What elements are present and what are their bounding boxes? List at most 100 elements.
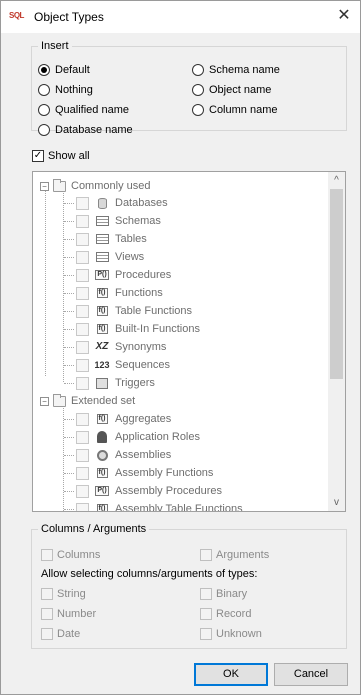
tree-item-tables[interactable]: Tables (64, 230, 147, 248)
tree-item-application-roles[interactable]: Application Roles (64, 428, 200, 446)
item-checkbox[interactable] (76, 448, 89, 462)
tree-group-extended-set[interactable]: − Extended set (40, 392, 135, 410)
item-checkbox[interactable] (76, 358, 89, 372)
tree-content: − Commonly used Databases Schemas Tables… (33, 172, 329, 511)
tree-item-procedures[interactable]: P() Procedures (64, 266, 171, 284)
type-label: Unknown (216, 628, 262, 640)
types-caption: Allow selecting columns/arguments of typ… (41, 568, 258, 580)
checkbox-icon (200, 588, 212, 600)
tree-group-commonly-used[interactable]: − Commonly used (40, 177, 150, 195)
folder-icon (53, 178, 66, 192)
item-checkbox[interactable] (76, 214, 89, 228)
item-checkbox[interactable] (76, 466, 89, 480)
radio-column-name[interactable]: Column name (192, 104, 277, 116)
item-checkbox[interactable] (76, 340, 89, 354)
tree-item-assemblies[interactable]: Assemblies (64, 446, 171, 464)
radio-label: Database name (55, 124, 133, 136)
item-checkbox[interactable] (76, 250, 89, 264)
item-checkbox[interactable] (76, 484, 89, 498)
type-record-checkbox[interactable]: Record (200, 608, 251, 620)
tree-group-label: Commonly used (71, 180, 151, 192)
tree-item-databases[interactable]: Databases (64, 194, 168, 212)
type-unknown-checkbox[interactable]: Unknown (200, 628, 262, 640)
radio-nothing[interactable]: Nothing (38, 84, 93, 96)
tree-item-label: Tables (115, 233, 147, 245)
radio-object-name[interactable]: Object name (192, 84, 271, 96)
tree-item-triggers[interactable]: Triggers (64, 374, 155, 392)
function-icon: f() (94, 502, 110, 511)
app-icon: SQL (9, 11, 24, 20)
radio-circle-icon (38, 84, 50, 96)
scroll-thumb[interactable] (330, 189, 343, 379)
scroll-up-icon[interactable]: ^ (328, 172, 345, 189)
close-button[interactable]: ✕ (332, 5, 356, 29)
tree-item-functions[interactable]: f() Functions (64, 284, 163, 302)
tree-item-schemas[interactable]: Schemas (64, 212, 161, 230)
arguments-checkbox[interactable]: Arguments (200, 549, 269, 561)
checkbox-icon (41, 608, 53, 620)
item-checkbox[interactable] (76, 430, 89, 444)
tree-item-label: Functions (115, 287, 163, 299)
database-icon (94, 196, 110, 210)
function-icon: f() (96, 306, 108, 316)
tree-item-label: Application Roles (115, 431, 200, 443)
item-checkbox[interactable] (76, 376, 89, 390)
type-date-checkbox[interactable]: Date (41, 628, 80, 640)
item-checkbox[interactable] (76, 196, 89, 210)
tree-item-assembly-procedures[interactable]: P() Assembly Procedures (64, 482, 222, 500)
tree-item-label: Databases (115, 197, 168, 209)
radio-label: Default (55, 64, 90, 76)
dialog-title: Object Types (34, 10, 104, 24)
checkbox-icon (41, 588, 53, 600)
radio-database-name[interactable]: Database name (38, 124, 133, 136)
function-icon: f() (96, 324, 108, 334)
object-type-tree[interactable]: − Commonly used Databases Schemas Tables… (32, 171, 346, 512)
item-checkbox[interactable] (76, 412, 89, 426)
tree-scrollbar[interactable]: ^ v (328, 172, 345, 511)
type-string-checkbox[interactable]: String (41, 588, 86, 600)
radio-circle-icon (38, 104, 50, 116)
radio-default[interactable]: Default (38, 64, 90, 76)
radio-circle-icon (38, 124, 50, 136)
tree-item-label: Synonyms (115, 341, 167, 353)
tree-item-label: Assembly Functions (115, 467, 214, 479)
tree-item-assembly-functions[interactable]: f() Assembly Functions (64, 464, 213, 482)
collapse-icon[interactable]: − (40, 181, 49, 191)
type-binary-checkbox[interactable]: Binary (200, 588, 247, 600)
tree-item-label: Assembly Table Functions (115, 503, 243, 511)
item-checkbox[interactable] (76, 286, 89, 300)
tree-item-synonyms[interactable]: XZ Synonyms (64, 338, 166, 356)
columns-checkbox[interactable]: Columns (41, 549, 100, 561)
radio-circle-icon (38, 64, 50, 76)
cancel-button[interactable]: Cancel (274, 663, 348, 686)
collapse-icon[interactable]: − (40, 396, 49, 406)
tree-item-aggregates[interactable]: f() Aggregates (64, 410, 171, 428)
tree-item-label: Sequences (115, 359, 171, 371)
item-checkbox[interactable] (76, 502, 89, 511)
object-types-dialog: SQL Object Types ✕ Insert Default Nothin… (0, 0, 361, 695)
tree-item-views[interactable]: Views (64, 248, 144, 266)
item-checkbox[interactable] (76, 304, 89, 318)
show-all-checkbox[interactable]: ✓ Show all (32, 150, 90, 162)
checkbox-icon (41, 549, 53, 561)
item-checkbox[interactable] (76, 232, 89, 246)
item-checkbox[interactable] (76, 322, 89, 336)
radio-label: Qualified name (55, 104, 129, 116)
show-all-label: Show all (48, 150, 90, 162)
ok-button[interactable]: OK (194, 663, 268, 686)
tree-item-assembly-table-functions[interactable]: f() Assembly Table Functions (64, 500, 243, 511)
columns-arguments-group: Columns / Arguments Columns Arguments Al… (31, 523, 347, 649)
checkbox-icon (200, 628, 212, 640)
tree-item-label: Assemblies (115, 449, 172, 461)
tree-item-label: Assembly Procedures (115, 485, 222, 497)
scroll-down-icon[interactable]: v (328, 494, 345, 511)
tree-item-sequences[interactable]: 123 Sequences (64, 356, 170, 374)
radio-schema-name[interactable]: Schema name (192, 64, 280, 76)
type-number-checkbox[interactable]: Number (41, 608, 96, 620)
tree-item-built-in-functions[interactable]: f() Built-In Functions (64, 320, 200, 338)
radio-qualified-name[interactable]: Qualified name (38, 104, 129, 116)
item-checkbox[interactable] (76, 268, 89, 282)
tree-item-table-functions[interactable]: f() Table Functions (64, 302, 192, 320)
tree-item-label: Views (115, 251, 145, 263)
tree-group-label: Extended set (71, 395, 136, 407)
